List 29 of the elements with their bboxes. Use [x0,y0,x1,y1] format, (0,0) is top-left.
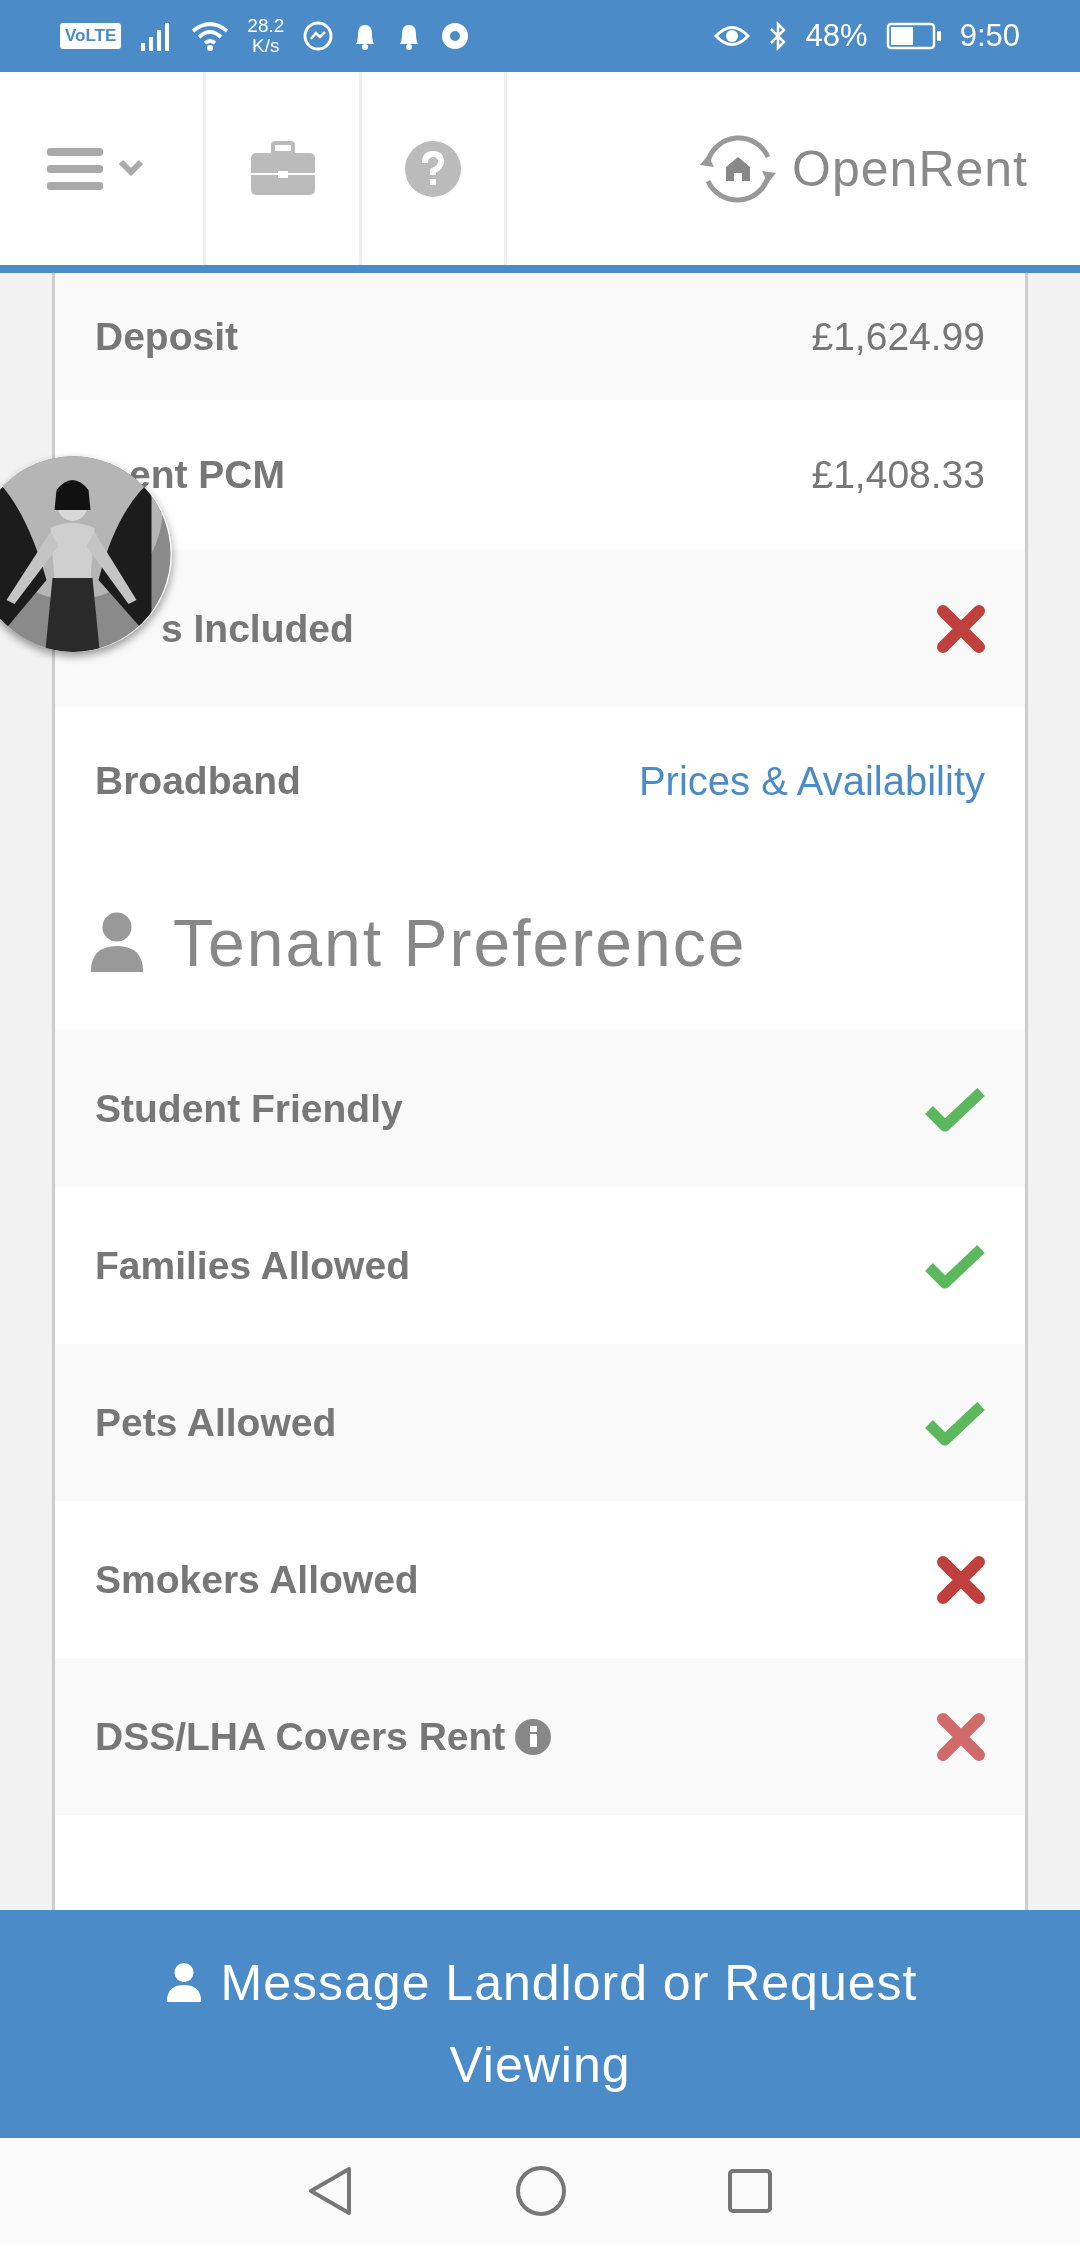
row-label: Deposit [95,314,238,359]
chat-icon [302,20,335,52]
briefcase-icon [250,140,315,197]
speed-unit: K/s [252,36,280,56]
row-label: Broadband [95,759,301,803]
row-label: Smokers Allowed [95,1557,419,1602]
row-label: Pets Allowed [95,1400,337,1445]
row-label: Student Friendly [95,1086,403,1131]
recents-icon[interactable] [727,2168,773,2214]
wifi-icon [191,21,230,51]
logo-text: OpenRent [792,139,1028,198]
row-label: DSS/LHA Covers Rent [95,1714,506,1759]
battery-icon [885,22,942,50]
battery-percent: 48% [805,18,868,54]
speed-value: 28.2 [247,16,285,36]
prices-link[interactable]: Prices & Availability [638,758,985,804]
home-icon[interactable] [515,2165,567,2217]
row-value: £1,408.33 [811,453,985,497]
help-icon [405,140,461,197]
section-title: Tenant Preference [173,904,747,981]
row-label: s Included [161,606,354,651]
volte-badge: VoLTE [60,23,122,49]
browser-icon [440,21,471,51]
bluetooth-icon [767,20,788,52]
row-value: £1,624.99 [811,314,985,359]
row-label: Families Allowed [95,1243,410,1288]
eye-icon [713,23,750,49]
clock-time: 9:50 [959,18,1020,54]
message-landlord-button[interactable]: Message Landlord or Request Viewing [0,1910,1080,2138]
